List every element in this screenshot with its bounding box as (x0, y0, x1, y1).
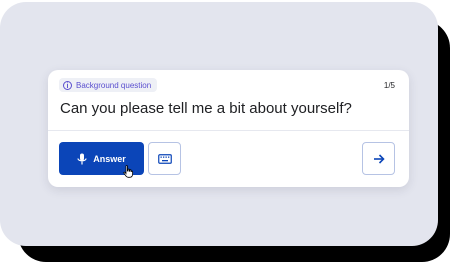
pointer-cursor-icon (123, 165, 133, 178)
arrow-right-icon (373, 153, 385, 164)
question-type-tag: i Background question (59, 78, 158, 92)
question-counter: 1/5 (383, 81, 395, 90)
question-type-label: Background question (76, 80, 152, 90)
microphone-icon (77, 153, 87, 164)
question-text: Can you please tell me a bit about yours… (60, 100, 352, 117)
divider (48, 130, 409, 131)
question-card: i Background question 1/5 Can you please… (48, 70, 409, 187)
keyboard-input-button[interactable] (148, 142, 181, 175)
answer-button-label: Answer (93, 153, 126, 164)
info-icon: i (63, 80, 72, 90)
next-question-button[interactable] (362, 142, 395, 175)
keyboard-icon (157, 153, 172, 164)
